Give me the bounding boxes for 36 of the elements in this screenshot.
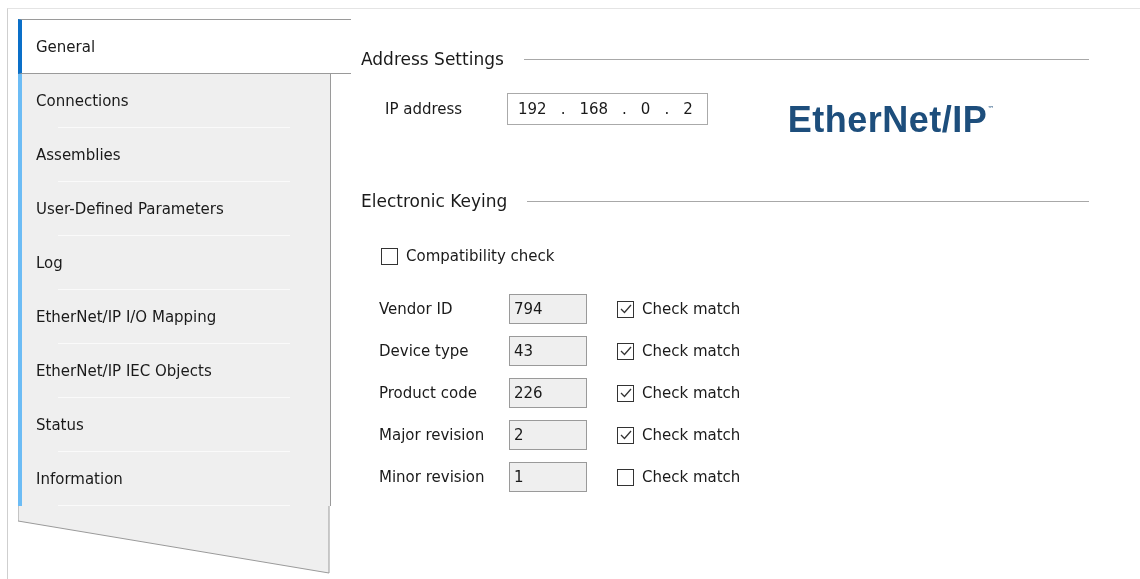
checkbox-label[interactable]: Check match [642, 426, 741, 444]
brand-logo: EtherNet/IP [787, 99, 988, 141]
field-label: Minor revision [379, 468, 486, 486]
readonly-field: 226 [509, 378, 587, 408]
checkbox[interactable] [617, 300, 634, 318]
sidebar-tab[interactable]: Connections [18, 74, 331, 128]
sidebar-tab[interactable]: EtherNet/IP IEC Objects [18, 344, 331, 398]
sidebar-tab[interactable]: Log [18, 236, 331, 290]
section-heading: Electronic Keying [361, 191, 508, 211]
checkbox-label[interactable]: Check match [642, 384, 741, 402]
checkbox[interactable] [381, 247, 398, 265]
section-heading: Address Settings [361, 49, 504, 69]
checkbox-label[interactable]: Check match [642, 342, 741, 360]
readonly-field: 43 [509, 336, 587, 366]
field-label: Device type [379, 342, 470, 360]
checkbox-label[interactable]: Compatibility check [406, 247, 555, 265]
readonly-field: 2 [509, 420, 587, 450]
checkbox[interactable] [617, 342, 634, 360]
field-label: IP address [385, 100, 464, 118]
readonly-field: 794 [509, 294, 587, 324]
checkbox[interactable] [617, 426, 634, 444]
sidebar-tab[interactable]: EtherNet/IP I/O Mapping [18, 290, 331, 344]
checkbox[interactable] [617, 384, 634, 402]
sidebar-tab[interactable]: General [18, 19, 351, 74]
ip-address-field[interactable]: 192 . 168 . 0 . 2 [507, 93, 708, 125]
checkbox-label[interactable]: Check match [642, 468, 741, 486]
field-label: Vendor ID [379, 300, 454, 318]
checkbox[interactable] [617, 468, 634, 486]
sidebar-tab[interactable]: Assemblies [18, 128, 331, 182]
sidebar-tab[interactable]: Status [18, 398, 331, 452]
sidebar-tab[interactable]: Information [18, 452, 331, 506]
sidebar-tab[interactable]: User-Defined Parameters [18, 182, 331, 236]
field-label: Product code [379, 384, 478, 402]
readonly-field: 1 [509, 462, 587, 492]
field-label: Major revision [379, 426, 486, 444]
checkbox-label[interactable]: Check match [642, 300, 741, 318]
